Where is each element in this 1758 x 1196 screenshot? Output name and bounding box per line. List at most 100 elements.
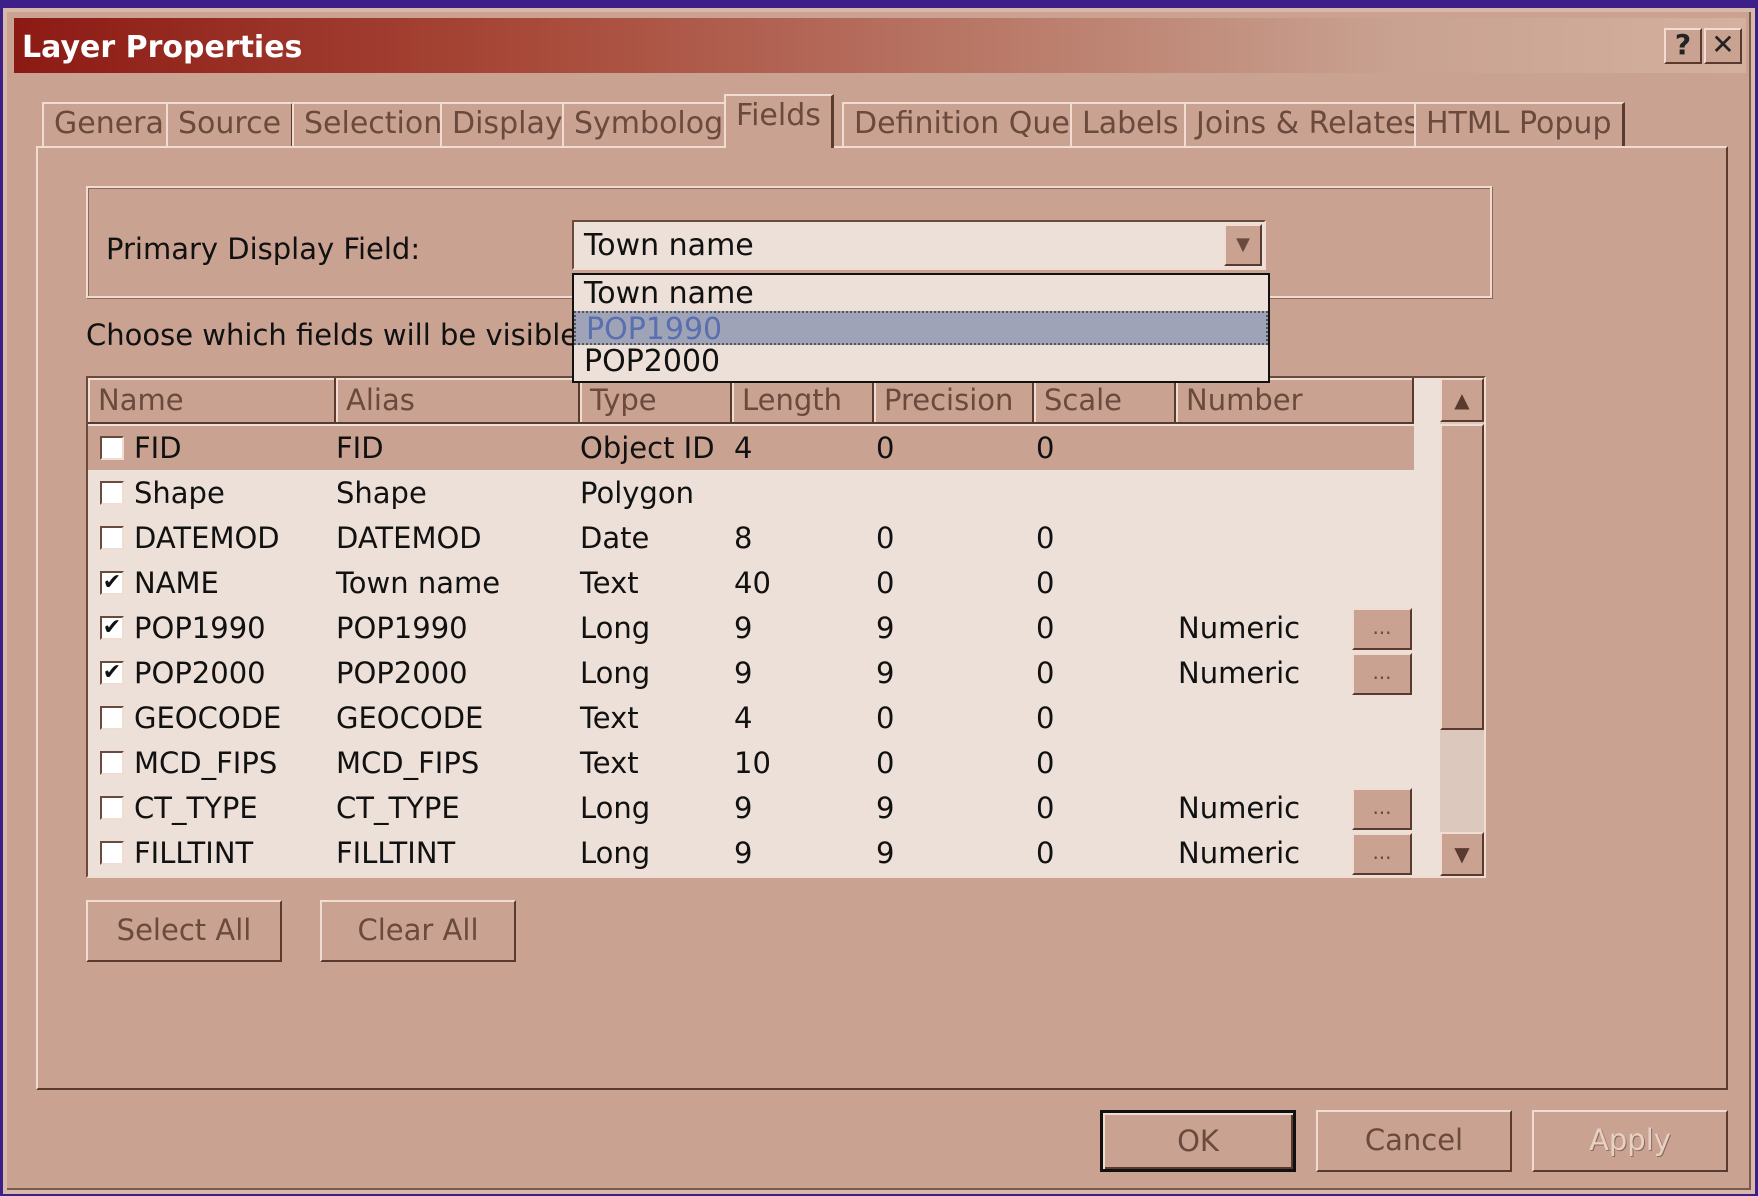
- column-header-length[interactable]: Length: [732, 378, 874, 424]
- visibility-checkbox[interactable]: [100, 436, 124, 460]
- number-format-button[interactable]: ...: [1352, 653, 1412, 695]
- cell-scale: 0: [1036, 566, 1055, 600]
- primary-display-dropdown: Town name POP1990 POP2000: [572, 273, 1270, 383]
- visibility-checkbox[interactable]: [100, 796, 124, 820]
- cell-alias: FILLTINT: [336, 836, 456, 870]
- cell-alias: GEOCODE: [336, 701, 484, 735]
- cell-precision: 9: [876, 836, 895, 870]
- cell-name: Shape: [134, 476, 225, 510]
- cell-format: Numeric: [1178, 611, 1301, 645]
- chevron-down-icon[interactable]: ▼: [1224, 224, 1262, 266]
- cell-length: 4: [734, 431, 753, 465]
- table-row[interactable]: Shape Shape Polygon: [88, 471, 1414, 515]
- number-format-button[interactable]: ...: [1352, 788, 1412, 830]
- visibility-checkbox[interactable]: [100, 751, 124, 775]
- table-row[interactable]: FILLTINT FILLTINT Long 9 9 0 Numeric...: [88, 831, 1414, 875]
- cell-precision: 9: [876, 791, 895, 825]
- visibility-checkbox[interactable]: [100, 706, 124, 730]
- visibility-checkbox[interactable]: ✔: [100, 571, 124, 595]
- cell-scale: 0: [1036, 521, 1055, 555]
- cell-scale: 0: [1036, 656, 1055, 690]
- cell-length: 40: [734, 566, 771, 600]
- cancel-button[interactable]: Cancel: [1316, 1110, 1512, 1172]
- ok-button[interactable]: OK: [1100, 1110, 1296, 1172]
- visibility-checkbox[interactable]: ✔: [100, 616, 124, 640]
- tab-general[interactable]: General: [42, 102, 186, 146]
- cell-type: Text: [580, 746, 639, 780]
- primary-display-label: Primary Display Field:: [106, 232, 421, 266]
- cell-name: POP1990: [134, 611, 266, 645]
- cell-alias: Town name: [336, 566, 501, 600]
- tab-joins-relates[interactable]: Joins & Relates: [1184, 102, 1433, 146]
- cell-precision: 9: [876, 656, 895, 690]
- column-header-type[interactable]: Type: [580, 378, 732, 424]
- cell-alias: DATEMOD: [336, 521, 482, 555]
- cell-name: MCD_FIPS: [134, 746, 278, 780]
- visibility-checkbox[interactable]: ✔: [100, 661, 124, 685]
- tab-fields[interactable]: Fields: [724, 94, 834, 148]
- cell-type: Date: [580, 521, 650, 555]
- cell-format: Numeric: [1178, 836, 1301, 870]
- cell-type: Object ID: [580, 431, 715, 465]
- cell-length: 9: [734, 836, 753, 870]
- cell-type: Long: [580, 791, 651, 825]
- tab-labels[interactable]: Labels: [1070, 102, 1192, 146]
- cell-scale: 0: [1036, 836, 1055, 870]
- cell-scale: 0: [1036, 701, 1055, 735]
- cell-length: 9: [734, 656, 753, 690]
- help-button[interactable]: ?: [1664, 28, 1702, 64]
- table-row[interactable]: DATEMOD DATEMOD Date 8 0 0: [88, 516, 1414, 560]
- primary-display-combobox[interactable]: Town name ▼: [572, 220, 1266, 270]
- number-format-button[interactable]: ...: [1352, 608, 1412, 650]
- cell-type: Long: [580, 656, 651, 690]
- cell-precision: 9: [876, 611, 895, 645]
- number-format-button[interactable]: ...: [1352, 833, 1412, 875]
- window-title: Layer Properties: [22, 30, 303, 65]
- scrollbar-thumb[interactable]: [1440, 424, 1484, 730]
- tab-display[interactable]: Display: [440, 102, 576, 146]
- tab-selection[interactable]: Selection: [292, 102, 456, 146]
- column-header-name[interactable]: Name: [88, 378, 336, 424]
- cell-scale: 0: [1036, 611, 1055, 645]
- table-row[interactable]: ✔ NAME Town name Text 40 0 0: [88, 561, 1414, 605]
- cell-name: GEOCODE: [134, 701, 282, 735]
- column-header-scale[interactable]: Scale: [1034, 378, 1176, 424]
- visibility-checkbox[interactable]: [100, 481, 124, 505]
- cell-type: Long: [580, 611, 651, 645]
- visibility-checkbox[interactable]: [100, 841, 124, 865]
- apply-button[interactable]: Apply: [1532, 1110, 1728, 1172]
- scroll-down-icon[interactable]: ▼: [1440, 832, 1484, 876]
- column-header-number-format[interactable]: Number Format: [1176, 378, 1414, 461]
- scroll-up-icon[interactable]: ▲: [1440, 378, 1484, 422]
- table-row[interactable]: MCD_FIPS MCD_FIPS Text 10 0 0: [88, 741, 1414, 785]
- cell-alias: FID: [336, 431, 384, 465]
- vertical-scrollbar[interactable]: ▲ ▼: [1440, 378, 1484, 876]
- cell-length: 8: [734, 521, 753, 555]
- cell-scale: 0: [1036, 791, 1055, 825]
- dropdown-option-highlighted[interactable]: POP1990: [574, 311, 1268, 347]
- column-header-alias[interactable]: Alias: [336, 378, 580, 424]
- cell-name: NAME: [134, 566, 219, 600]
- cell-format: Numeric: [1178, 791, 1301, 825]
- tab-html-popup[interactable]: HTML Popup: [1414, 102, 1625, 146]
- cell-precision: 0: [876, 701, 895, 735]
- clear-all-button[interactable]: Clear All: [320, 900, 516, 962]
- table-header: Name Alias Type Length Precision Scale N…: [88, 378, 1414, 461]
- visibility-checkbox[interactable]: [100, 526, 124, 550]
- cell-scale: 0: [1036, 746, 1055, 780]
- select-all-button[interactable]: Select All: [86, 900, 282, 962]
- dropdown-option[interactable]: Town name: [574, 277, 1268, 311]
- dropdown-option[interactable]: POP2000: [574, 345, 1268, 379]
- tab-source[interactable]: Source: [166, 102, 295, 146]
- table-row[interactable]: ✔ POP1990 POP1990 Long 9 9 0 Numeric...: [88, 606, 1414, 650]
- cell-alias: POP1990: [336, 611, 468, 645]
- table-row[interactable]: ✔ POP2000 POP2000 Long 9 9 0 Numeric...: [88, 651, 1414, 695]
- table-row[interactable]: FID FID Object ID 4 0 0: [88, 426, 1414, 470]
- column-header-precision[interactable]: Precision: [874, 378, 1034, 424]
- cell-alias: POP2000: [336, 656, 468, 690]
- table-row[interactable]: CT_TYPE CT_TYPE Long 9 9 0 Numeric...: [88, 786, 1414, 830]
- cell-precision: 0: [876, 431, 895, 465]
- table-row[interactable]: GEOCODE GEOCODE Text 4 0 0: [88, 696, 1414, 740]
- cell-name: FILLTINT: [134, 836, 254, 870]
- close-button[interactable]: ✕: [1704, 28, 1742, 64]
